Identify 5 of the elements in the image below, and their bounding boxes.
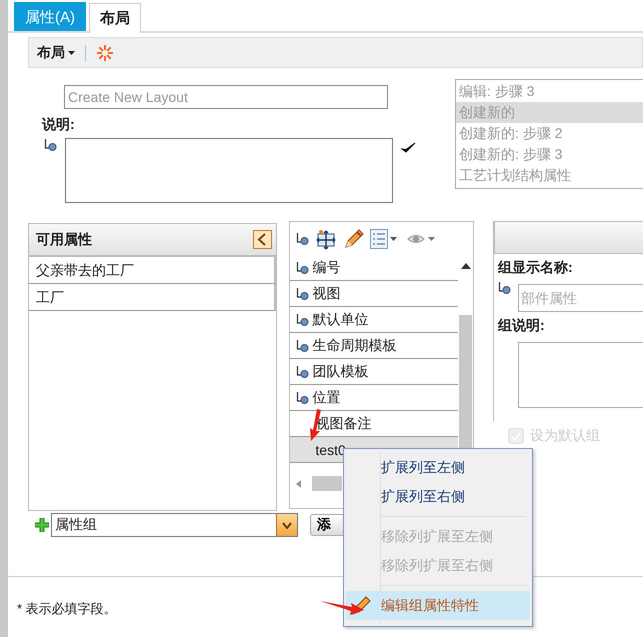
group-description-label: 组说明:: [498, 317, 546, 335]
required-note: * 表示必填字段。: [17, 600, 117, 618]
panel-title: 可用属性: [36, 230, 92, 248]
description-label: 说明:: [42, 116, 76, 134]
group-name-label: 组显示名称:: [498, 259, 574, 277]
